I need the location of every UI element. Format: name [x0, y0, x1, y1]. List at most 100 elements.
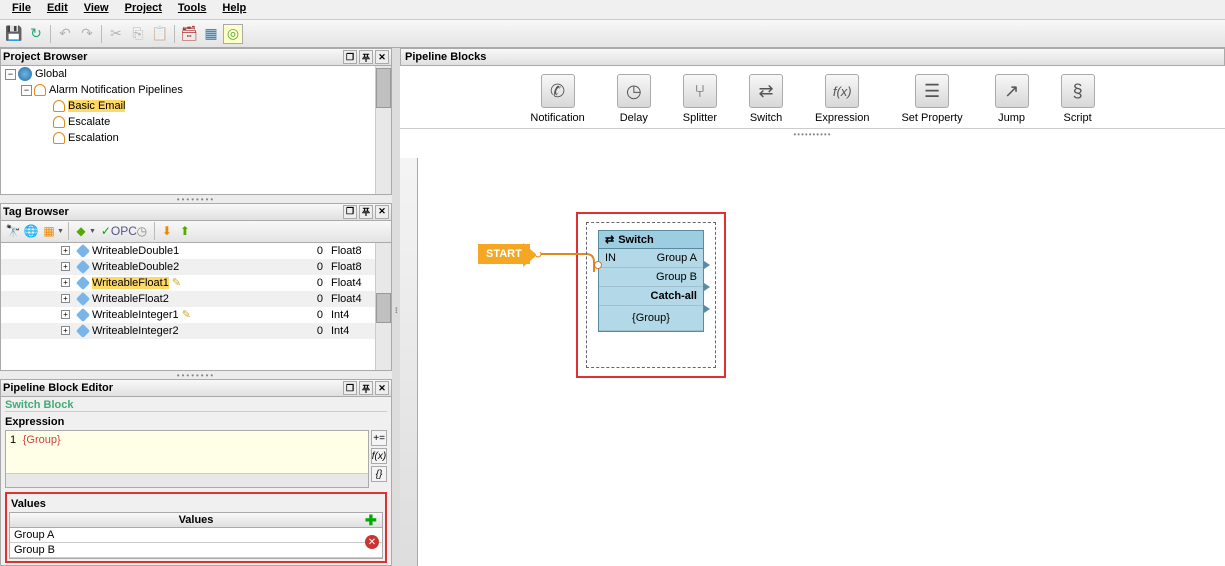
tag-name[interactable]: WriteableInteger2 [92, 325, 179, 337]
tag-icon [76, 291, 90, 305]
db-icon[interactable]: 🗃 [179, 24, 199, 44]
resize-handle[interactable]: •••••••• [0, 371, 392, 379]
close-icon[interactable]: ✕ [375, 381, 389, 395]
globe-icon [18, 67, 32, 81]
restore-icon[interactable]: ❐ [343, 205, 357, 219]
tree-item-escalate[interactable]: Escalate [68, 116, 110, 128]
insert-property-button[interactable]: {} [371, 466, 387, 482]
palette-jump[interactable]: ↗Jump [995, 74, 1029, 124]
tag-name[interactable]: WriteableFloat1 [92, 277, 169, 289]
switch-node[interactable]: ⇄Switch INGroup A Group B Catch-all {Gro… [598, 230, 704, 332]
refresh-icon[interactable]: ↻ [26, 24, 46, 44]
tag-name[interactable]: WriteableDouble1 [92, 245, 179, 257]
redo-icon[interactable]: ↷ [77, 24, 97, 44]
pipeline-canvas[interactable]: START ⇄Switch INGroup A Group B Catch-al… [418, 158, 1225, 566]
binoculars-icon[interactable]: 🔭 [5, 223, 21, 239]
tree-item-escalation[interactable]: Escalation [68, 132, 119, 144]
import-icon[interactable]: ⬇ [159, 223, 175, 239]
palette-set-property[interactable]: ☰Set Property [901, 74, 962, 124]
tag-grid[interactable]: +WriteableDouble10Float8 +WriteableDoubl… [0, 243, 392, 372]
output-port[interactable] [704, 305, 710, 313]
project-tree[interactable]: − Global − Alarm Notification Pipelines … [0, 66, 392, 195]
scrollbar[interactable] [6, 473, 368, 487]
paste-icon[interactable]: 📋 [150, 24, 170, 44]
tree-node-pipelines[interactable]: Alarm Notification Pipelines [49, 84, 183, 96]
gateway-icon[interactable]: ◎ [223, 24, 243, 44]
tag-value: 0 [291, 245, 331, 257]
palette-label: Expression [815, 112, 869, 124]
restore-icon[interactable]: ❐ [343, 381, 357, 395]
palette-splitter[interactable]: ⑂Splitter [683, 74, 717, 124]
menu-edit[interactable]: Edit [39, 0, 76, 19]
expand-icon[interactable]: + [61, 262, 70, 271]
bell-icon [53, 100, 65, 112]
menu-file[interactable]: File [4, 0, 39, 19]
clock-icon[interactable]: ◷ [134, 223, 150, 239]
tag-value: 0 [291, 293, 331, 305]
module-icon[interactable]: ▦ [201, 24, 221, 44]
chevron-down-icon[interactable]: ▼ [57, 228, 64, 235]
globe-icon[interactable]: 🌐 [23, 223, 39, 239]
pin-icon[interactable]: 푸 [359, 205, 373, 219]
menu-tools[interactable]: Tools [170, 0, 215, 19]
pin-icon[interactable]: 푸 [359, 381, 373, 395]
pencil-icon: ✎ [172, 276, 181, 289]
export-icon[interactable]: ⬆ [177, 223, 193, 239]
restore-icon[interactable]: ❐ [343, 50, 357, 64]
copy-icon[interactable]: ⎘ [128, 24, 148, 44]
menu-help[interactable]: Help [214, 0, 254, 19]
resize-handle[interactable]: •••••••• [0, 195, 392, 203]
insert-operator-button[interactable]: += [371, 430, 387, 446]
output-port[interactable] [704, 261, 710, 269]
grid-icon[interactable]: ▦ [41, 223, 57, 239]
expand-icon[interactable]: + [61, 326, 70, 335]
expand-icon[interactable]: + [61, 294, 70, 303]
expand-icon[interactable]: − [21, 85, 32, 96]
tag-name[interactable]: WriteableInteger1 [92, 309, 179, 321]
set-property-icon: ☰ [915, 74, 949, 108]
tag-add-icon[interactable]: ◆ [73, 223, 89, 239]
chevron-down-icon[interactable]: ▼ [89, 228, 96, 235]
bell-icon [53, 116, 65, 128]
expand-icon[interactable]: − [5, 69, 16, 80]
tree-item-basic-email[interactable]: Basic Email [68, 100, 125, 112]
pin-icon[interactable]: 푸 [359, 50, 373, 64]
expression-input[interactable]: 1 {Group} [5, 430, 369, 488]
tag-name[interactable]: WriteableDouble2 [92, 261, 179, 273]
scrollbar[interactable] [375, 243, 391, 371]
save-icon[interactable]: 💾 [4, 24, 24, 44]
undo-icon[interactable]: ↶ [55, 24, 75, 44]
palette-delay[interactable]: ◷Delay [617, 74, 651, 124]
menu-view[interactable]: View [76, 0, 117, 19]
palette-script[interactable]: §Script [1061, 74, 1095, 124]
expand-icon[interactable]: + [61, 310, 70, 319]
close-icon[interactable]: ✕ [375, 205, 389, 219]
expand-icon[interactable]: + [61, 278, 70, 287]
close-icon[interactable]: ✕ [375, 50, 389, 64]
tag-icon [76, 259, 90, 273]
tree-node-global[interactable]: Global [35, 68, 67, 80]
add-value-button[interactable]: ✚ [365, 512, 379, 529]
delete-value-button[interactable]: ✕ [365, 535, 379, 549]
values-table[interactable]: Values Group A Group B [9, 512, 383, 559]
menu-project[interactable]: Project [117, 0, 170, 19]
insert-function-button[interactable]: f(x) [371, 448, 387, 464]
expand-icon[interactable]: + [61, 246, 70, 255]
expression-icon: f(x) [825, 74, 859, 108]
values-row[interactable]: Group B [10, 543, 382, 558]
splitter[interactable] [392, 48, 400, 566]
scrollbar[interactable] [375, 66, 391, 194]
resize-handle[interactable]: •••••••••• [400, 129, 1225, 140]
palette-notification[interactable]: ✆Notification [530, 74, 584, 124]
expr-text: {Group} [23, 434, 61, 446]
cut-icon[interactable]: ✂ [106, 24, 126, 44]
output-port[interactable] [704, 283, 710, 291]
main-toolbar: 💾 ↻ ↶ ↷ ✂ ⎘ 📋 🗃 ▦ ◎ [0, 20, 1225, 48]
tag-browser-header: Tag Browser ❐ 푸 ✕ [0, 203, 392, 221]
tag-name[interactable]: WriteableFloat2 [92, 293, 169, 305]
opc-icon[interactable]: OPC [116, 223, 132, 239]
input-port[interactable] [594, 261, 602, 269]
palette-switch[interactable]: ⇄Switch [749, 74, 783, 124]
values-row[interactable]: Group A [10, 528, 382, 543]
palette-expression[interactable]: f(x) Expression [815, 74, 869, 124]
